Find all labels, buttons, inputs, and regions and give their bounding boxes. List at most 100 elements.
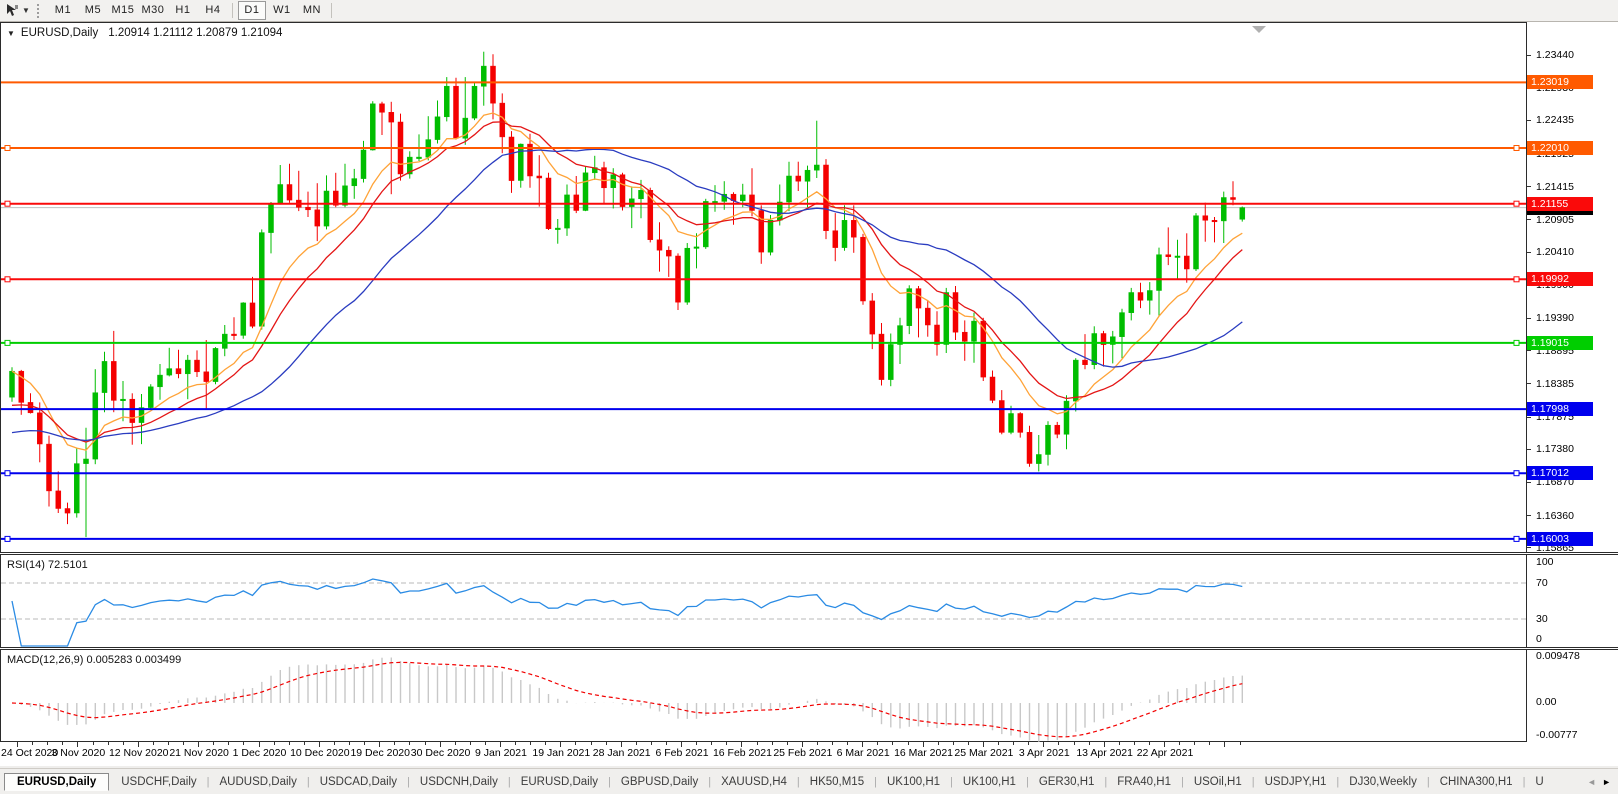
date-tick: [303, 742, 305, 745]
chart-tab-6[interactable]: GBPUSD,Daily: [611, 774, 708, 790]
date-axis[interactable]: 24 Oct 2020 3 Nov 2020 12 Nov 2020 21 Nov 2…: [0, 742, 1618, 766]
candle-body: [1211, 220, 1218, 223]
date-tick: [832, 742, 833, 745]
line-handle[interactable]: [4, 339, 11, 346]
price-level-label: 1.19992: [1527, 272, 1593, 287]
timeframe-button-W1[interactable]: W1: [268, 1, 296, 20]
chart-tool-button[interactable]: ▼: [2, 2, 33, 20]
candle-body: [1147, 290, 1153, 301]
line-handle[interactable]: [4, 200, 11, 207]
candle-body: [37, 412, 43, 445]
candle-body: [897, 325, 903, 345]
candle-body: [1091, 333, 1098, 365]
macd-tick-label: 0.009478: [1536, 650, 1580, 662]
trading-terminal-window: ▼ M1 M5 M15 M30 H1 H4 D1 W1 MN ▼ EURUSD,Daily 1.…: [0, 0, 1618, 794]
chart-tab-1[interactable]: USDCHF,Daily: [111, 774, 206, 790]
price-pane[interactable]: [0, 22, 1527, 553]
candle-body: [101, 361, 108, 393]
ma-line-2: [11, 148, 1243, 442]
candle-body: [286, 184, 293, 201]
chart-tab-5[interactable]: EURUSD,Daily: [511, 774, 608, 790]
chart-tab-11[interactable]: GER30,H1: [1029, 774, 1105, 790]
price-tick: [1527, 350, 1531, 352]
symbol-dropdown-icon[interactable]: ▼: [7, 29, 15, 38]
date-tick: [333, 742, 335, 745]
candle-body: [323, 190, 330, 227]
date-tick: [1148, 742, 1150, 745]
chevron-down-icon: ▼: [22, 5, 30, 15]
date-tick-label: 25 Feb 2021: [773, 747, 833, 759]
date-tick: [1133, 742, 1135, 745]
chart-tabs: EURUSD,Daily USDCHF,Daily | AUDUSD,Daily | US…: [4, 773, 1582, 791]
candle-body: [869, 300, 876, 335]
date-tick: [62, 742, 64, 745]
candle-body: [166, 368, 173, 376]
chart-tab-4[interactable]: USDCNH,Daily: [410, 774, 508, 790]
candle-body: [1036, 454, 1042, 464]
date-tick: [273, 742, 275, 745]
chart-tab-2[interactable]: AUDUSD,Daily: [210, 774, 307, 790]
line-handle[interactable]: [4, 470, 11, 477]
timeframe-button-MN[interactable]: MN: [298, 1, 326, 20]
candle-body: [185, 359, 191, 375]
price-tick-label: 1.17380: [1536, 443, 1574, 456]
chart-tab-7[interactable]: XAUUSD,H4: [711, 774, 797, 790]
line-handle[interactable]: [4, 276, 11, 283]
line-handle[interactable]: [1513, 200, 1520, 207]
date-tick-label: 12 Nov 2020: [108, 747, 169, 759]
candle-body: [795, 175, 802, 182]
tabs-scroll-right-icon[interactable]: ►: [1599, 775, 1614, 789]
date-tick: [892, 742, 894, 745]
macd-pane[interactable]: [0, 649, 1527, 742]
date-tick: [1179, 742, 1181, 745]
chart-tab-3[interactable]: USDCAD,Daily: [310, 774, 407, 790]
line-handle[interactable]: [4, 535, 11, 542]
chart-tab-13[interactable]: USOil,H1: [1184, 774, 1252, 790]
chart-tab-0[interactable]: EURUSD,Daily: [4, 773, 110, 791]
candle-body: [1221, 197, 1227, 222]
chart-tab-15[interactable]: DJ30,Weekly: [1339, 774, 1427, 790]
chart-tab-12[interactable]: FRA40,H1: [1107, 774, 1181, 790]
rsi-pane[interactable]: [0, 554, 1527, 648]
chart-tab-8[interactable]: HK50,M15: [800, 774, 874, 790]
line-handle[interactable]: [1513, 276, 1520, 283]
date-tick: [484, 742, 486, 745]
timeframe-button-D1[interactable]: D1: [237, 1, 266, 20]
line-handle[interactable]: [4, 145, 11, 151]
price-level-label: 1.19015: [1527, 335, 1593, 350]
candle-body: [92, 392, 99, 460]
candle-body: [925, 307, 931, 326]
timeframe-button-M15[interactable]: M15: [109, 1, 137, 20]
candle-body: [120, 398, 126, 401]
candle-body: [175, 368, 182, 375]
candle-body: [1165, 254, 1172, 257]
candle-body: [55, 490, 62, 509]
timeframe-button-M1[interactable]: M1: [49, 1, 77, 20]
candle-body: [786, 175, 792, 203]
line-handle[interactable]: [1513, 339, 1520, 346]
line-handle[interactable]: [1513, 470, 1520, 477]
price-level-label: 1.16003: [1527, 531, 1593, 546]
chart-tab-17[interactable]: U: [1525, 774, 1553, 790]
price-axis[interactable]: 1.234401.229301.224351.219251.214151.209…: [1527, 22, 1618, 766]
chart-tab-14[interactable]: USDJPY,H1: [1255, 774, 1337, 790]
timeframe-button-M30[interactable]: M30: [139, 1, 167, 20]
date-tick: [107, 742, 109, 745]
timeframe-button-H4[interactable]: H4: [199, 1, 227, 20]
candle-body: [111, 361, 117, 401]
chart-shift-marker-icon[interactable]: [1252, 26, 1266, 33]
line-handle[interactable]: [1513, 535, 1520, 542]
candle-body: [989, 376, 996, 401]
candle-body: [1026, 432, 1033, 464]
timeframe-button-M5[interactable]: M5: [79, 1, 107, 20]
chart-tab-10[interactable]: UK100,H1: [953, 774, 1026, 790]
tabs-scroll-left-icon[interactable]: ◄: [1584, 775, 1599, 789]
chart-tab-9[interactable]: UK100,H1: [877, 774, 950, 790]
timeframe-button-H1[interactable]: H1: [169, 1, 197, 20]
chart-tab-16[interactable]: CHINA300,H1: [1430, 774, 1523, 790]
price-level-label: 1.17012: [1527, 466, 1593, 481]
date-tick: [967, 742, 969, 745]
candle-body: [1045, 424, 1051, 455]
line-handle[interactable]: [1513, 145, 1520, 151]
candle-body: [379, 103, 385, 113]
